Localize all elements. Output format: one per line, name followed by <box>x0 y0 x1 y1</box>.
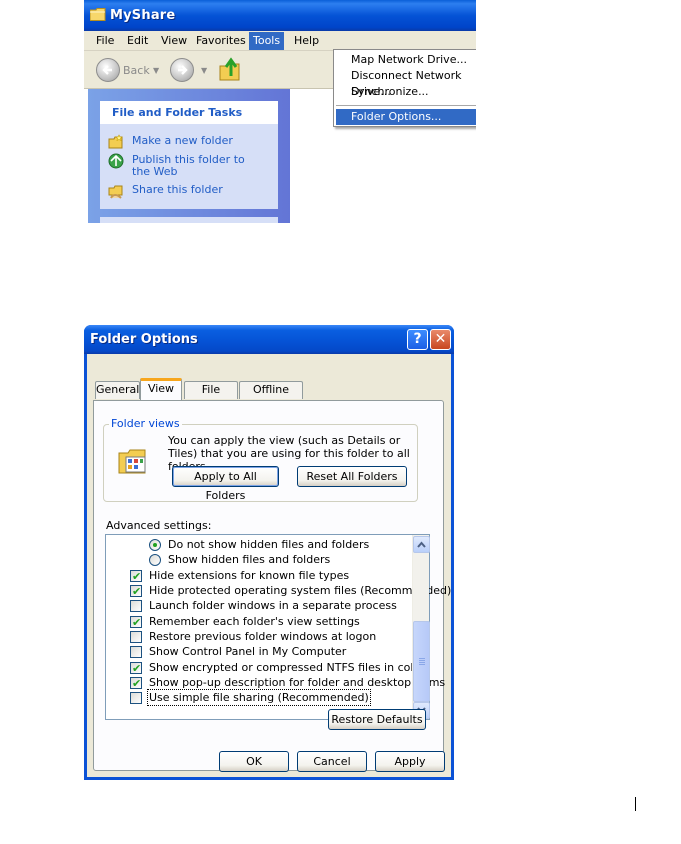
menu-item-map-network-drive[interactable]: Map Network Drive... <box>336 52 476 68</box>
ok-button[interactable]: OK <box>219 751 289 772</box>
share-folder-icon <box>108 185 123 199</box>
option-label: Show encrypted or compressed NTFS files … <box>149 661 425 674</box>
next-task-box-edge <box>100 217 278 223</box>
back-label: Back <box>123 64 150 77</box>
new-folder-icon <box>108 134 123 149</box>
restore-defaults-button[interactable]: Restore Defaults <box>328 709 426 730</box>
menu-view[interactable]: View <box>157 34 191 48</box>
task-pane-header[interactable]: File and Folder Tasks <box>100 101 278 124</box>
radio-show-hidden[interactable] <box>149 554 161 566</box>
help-button[interactable]: ? <box>407 329 428 350</box>
task-label: Publish this folder to the Web <box>132 153 245 178</box>
apply-to-all-folders-button[interactable]: Apply to All Folders <box>172 466 279 502</box>
menu-help[interactable]: Help <box>290 34 323 48</box>
checkbox-hide-extensions[interactable]: ✔ <box>130 570 142 583</box>
radio-do-not-show-hidden[interactable] <box>149 539 161 551</box>
chevron-up-icon <box>417 541 426 548</box>
checkbox-hide-protected-files[interactable]: ✔ <box>130 585 142 598</box>
back-arrow-icon <box>102 65 112 75</box>
checkbox-restore-previous-windows[interactable] <box>130 631 142 643</box>
option-label: Show pop-up description for folder and d… <box>149 676 446 689</box>
menu-tools[interactable]: Tools <box>249 32 285 50</box>
menu-item-synchronize[interactable]: Synchronize... <box>336 84 476 100</box>
option-label: Use simple file sharing (Recommended) <box>147 689 371 706</box>
menu-item-folder-options[interactable]: Folder Options... <box>336 109 476 125</box>
scroll-up-button[interactable] <box>413 536 430 553</box>
apply-button[interactable]: Apply <box>375 751 445 772</box>
globe-publish-icon <box>108 153 124 169</box>
checkbox-launch-separate-process[interactable] <box>130 600 142 612</box>
page-margin-rule <box>635 797 636 811</box>
option-label: Show hidden files and folders <box>168 553 331 566</box>
tools-menu-dropdown: Map Network Drive... Disconnect Network … <box>333 49 476 127</box>
forward-dropdown-icon[interactable]: ▼ <box>201 66 207 75</box>
scroll-thumb[interactable] <box>413 621 430 702</box>
option-label: Show Control Panel in My Computer <box>149 645 347 658</box>
folder-views-legend: Folder views <box>109 417 182 430</box>
advanced-list-scrollbar[interactable] <box>412 535 430 719</box>
checkbox-remember-view-settings[interactable]: ✔ <box>130 616 142 629</box>
advanced-settings-label: Advanced settings: <box>106 519 212 532</box>
folder-views-icon <box>118 449 146 474</box>
tab-general[interactable]: General <box>95 381 140 399</box>
option-label: Do not show hidden files and folders <box>168 538 370 551</box>
cancel-button[interactable]: Cancel <box>297 751 367 772</box>
menu-file[interactable]: File <box>92 34 118 48</box>
task-label: Share this folder <box>132 183 223 196</box>
menu-item-disconnect-network-drive[interactable]: Disconnect Network Drive... <box>336 68 476 98</box>
tab-view[interactable]: View <box>140 378 182 400</box>
close-button[interactable]: ✕ <box>430 329 451 350</box>
explorer-window: MyShare File Edit View Favorites Tools H… <box>84 0 476 223</box>
tab-file-types[interactable]: File Types <box>184 381 238 412</box>
menu-separator <box>336 105 476 106</box>
reset-all-folders-button[interactable]: Reset All Folders <box>297 466 407 487</box>
up-folder-icon[interactable] <box>218 56 242 82</box>
forward-button[interactable] <box>170 58 194 82</box>
explorer-title: MyShare <box>110 8 176 23</box>
checkbox-simple-file-sharing[interactable] <box>130 692 142 704</box>
explorer-title-bar[interactable]: MyShare <box>84 0 476 31</box>
option-label: Hide protected operating system files (R… <box>149 584 452 597</box>
folder-views-group: Folder views You can apply the view (suc… <box>103 417 418 502</box>
option-label: Remember each folder's view settings <box>149 615 360 628</box>
checkbox-show-encrypted-color[interactable]: ✔ <box>130 662 142 675</box>
dialog-title: Folder Options <box>90 332 198 347</box>
dialog-title-bar[interactable]: Folder Options ? ✕ <box>84 325 454 354</box>
option-label: Hide extensions for known file types <box>149 569 350 582</box>
forward-arrow-icon <box>178 65 188 75</box>
tab-offline-files[interactable]: Offline Files <box>239 381 303 412</box>
back-dropdown-icon[interactable]: ▼ <box>153 66 159 75</box>
folder-icon <box>90 8 106 21</box>
menu-favorites[interactable]: Favorites <box>192 34 250 48</box>
option-label: Restore previous folder windows at logon <box>149 630 377 643</box>
option-label: Launch folder windows in a separate proc… <box>149 599 397 612</box>
file-folder-tasks-box: File and Folder Tasks Make a new folder … <box>100 101 278 209</box>
advanced-settings-list[interactable]: Do not show hidden files and folders Sho… <box>105 534 451 720</box>
checkbox-show-popup-description[interactable]: ✔ <box>130 677 142 690</box>
task-label: Make a new folder <box>132 134 233 147</box>
dialog-body: General View File Types Offline Files Fo… <box>87 354 451 777</box>
checkbox-show-control-panel[interactable] <box>130 646 142 658</box>
back-button[interactable] <box>96 58 120 82</box>
folder-options-dialog: Folder Options ? ✕ General View File Typ… <box>84 325 454 780</box>
explorer-menubar: File Edit View Favorites Tools Help <box>84 31 476 51</box>
task-pane: File and Folder Tasks Make a new folder … <box>88 89 290 223</box>
menu-edit[interactable]: Edit <box>123 34 152 48</box>
